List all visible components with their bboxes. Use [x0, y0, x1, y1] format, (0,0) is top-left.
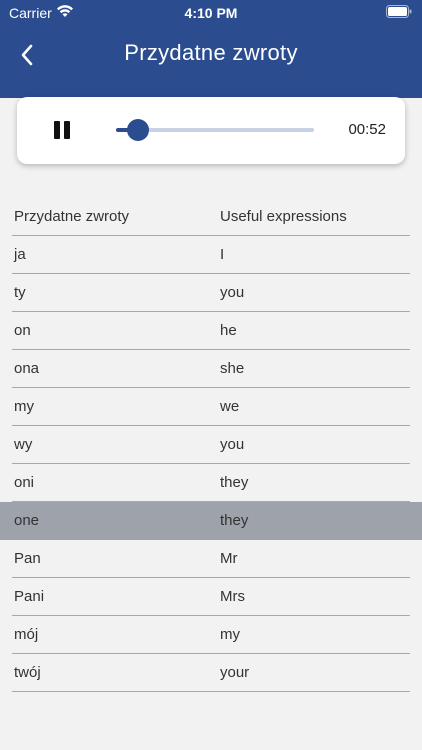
polish-cell: ja	[14, 246, 26, 263]
table-row[interactable]: my we	[12, 388, 410, 426]
english-cell: your	[220, 664, 250, 681]
english-cell: they	[220, 512, 249, 529]
polish-cell: one	[14, 512, 40, 529]
table-row[interactable]: mój my	[12, 616, 410, 654]
english-cell: you	[220, 436, 245, 453]
english-cell: Mr	[220, 550, 238, 567]
table-row[interactable]: wy you	[12, 426, 410, 464]
table-row[interactable]: Pani Mrs	[12, 578, 410, 616]
english-cell: we	[220, 398, 240, 415]
polish-cell: twój	[14, 664, 41, 681]
english-cell: Mrs	[220, 588, 245, 605]
polish-cell: my	[14, 398, 34, 415]
progress-slider[interactable]	[116, 119, 314, 141]
english-cell: they	[220, 474, 249, 491]
polish-cell: oni	[14, 474, 35, 491]
column-header-english: Useful expressions	[220, 208, 347, 225]
column-header-polish: Przydatne zwroty	[14, 208, 130, 225]
english-cell: he	[220, 322, 237, 339]
polish-cell: Pani	[14, 588, 45, 605]
polish-cell: mój	[14, 626, 39, 643]
slider-thumb[interactable]	[126, 119, 149, 141]
polish-cell: ty	[14, 284, 26, 301]
polish-cell: ona	[14, 360, 40, 377]
polish-cell: Pan	[14, 550, 41, 567]
nav-header: Carrier 4:10 PM Przydatne zwroty	[0, 0, 422, 98]
pause-button[interactable]	[50, 118, 74, 142]
english-cell: you	[220, 284, 245, 301]
english-cell: my	[220, 626, 240, 643]
table-row[interactable]: oni they	[12, 464, 410, 502]
table-row[interactable]: on he	[12, 312, 410, 350]
table-row-selected[interactable]: one they	[0, 502, 422, 540]
english-cell: I	[220, 246, 225, 263]
page-title: Przydatne zwroty	[124, 40, 298, 65]
table-row[interactable]: Pan Mr	[12, 540, 410, 578]
status-bar: Carrier 4:10 PM	[0, 0, 422, 26]
table-header: Przydatne zwroty Useful expressions	[12, 198, 410, 236]
audio-player: 00:52	[17, 97, 405, 164]
battery-icon	[386, 5, 412, 18]
pause-icon	[54, 121, 60, 139]
status-time: 4:10 PM	[184, 5, 238, 21]
table-row[interactable]: ja I	[12, 236, 410, 274]
playback-time: 00:52	[348, 121, 386, 138]
polish-cell: on	[14, 322, 31, 339]
english-cell: she	[220, 360, 245, 377]
pause-icon	[64, 121, 70, 139]
table-row[interactable]: ona she	[12, 350, 410, 388]
phrases-table: Przydatne zwroty Useful expressions ja I…	[0, 198, 422, 692]
table-row[interactable]: ty you	[12, 274, 410, 312]
table-row[interactable]: twój your	[12, 654, 410, 692]
polish-cell: wy	[14, 436, 33, 453]
